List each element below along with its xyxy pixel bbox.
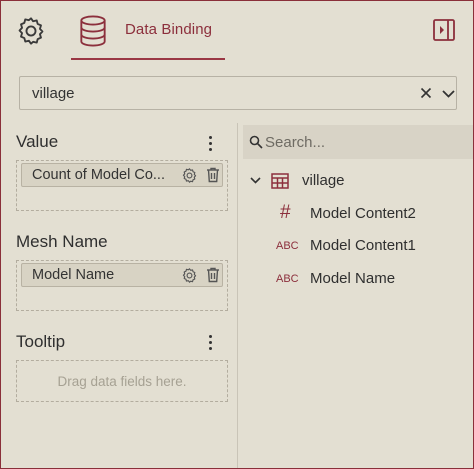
search-input[interactable]	[265, 125, 465, 159]
table-node-label[interactable]: village	[302, 172, 345, 189]
field-settings-icon[interactable]	[180, 166, 198, 184]
field-settings-icon[interactable]	[180, 266, 198, 284]
section-title-tooltip: Tooltip	[16, 332, 66, 351]
panel-header: Data Binding	[1, 1, 473, 61]
text-type-icon: ABC	[276, 273, 299, 285]
field-search-box[interactable]	[243, 125, 473, 159]
tab-data-binding[interactable]: Data Binding	[125, 21, 212, 38]
gear-icon[interactable]	[13, 13, 49, 49]
tooltip-more-icon[interactable]	[202, 332, 218, 352]
section-title-mesh-name: Mesh Name	[16, 232, 108, 251]
clear-icon[interactable]	[416, 83, 436, 103]
search-icon	[249, 135, 263, 149]
value-drop-zone[interactable]: Count of Model Co...	[16, 160, 228, 211]
dataset-select-value: village	[32, 85, 75, 102]
section-title-value: Value	[16, 132, 59, 151]
data-binding-panel: Data Binding village Value Count of Mode…	[0, 0, 474, 469]
chevron-down-icon[interactable]	[438, 84, 458, 104]
field-item-label[interactable]: Model Content1	[310, 237, 416, 254]
active-tab-indicator	[71, 58, 225, 60]
field-item-label[interactable]: Model Name	[310, 270, 395, 287]
database-icon[interactable]	[75, 11, 111, 51]
value-more-icon[interactable]	[202, 133, 218, 153]
drop-zone-placeholder: Drag data fields here.	[57, 374, 187, 389]
value-chip-label: Count of Model Co...	[32, 167, 165, 183]
value-field-chip[interactable]: Count of Model Co...	[21, 163, 223, 187]
dataset-select[interactable]: village	[19, 76, 457, 110]
mesh-name-chip-label: Model Name	[32, 267, 115, 283]
chevron-down-icon[interactable]	[248, 173, 262, 187]
tooltip-drop-zone[interactable]: Drag data fields here.	[16, 360, 228, 402]
field-item-label[interactable]: Model Content2	[310, 205, 416, 222]
number-type-icon: #	[280, 202, 291, 223]
table-icon	[271, 173, 289, 189]
trash-icon[interactable]	[204, 266, 222, 284]
mesh-name-field-chip[interactable]: Model Name	[21, 263, 223, 287]
pane-divider	[237, 123, 238, 468]
panel-toggle-icon[interactable]	[429, 15, 459, 45]
mesh-name-drop-zone[interactable]: Model Name	[16, 260, 228, 311]
trash-icon[interactable]	[204, 166, 222, 184]
text-type-icon: ABC	[276, 240, 299, 252]
